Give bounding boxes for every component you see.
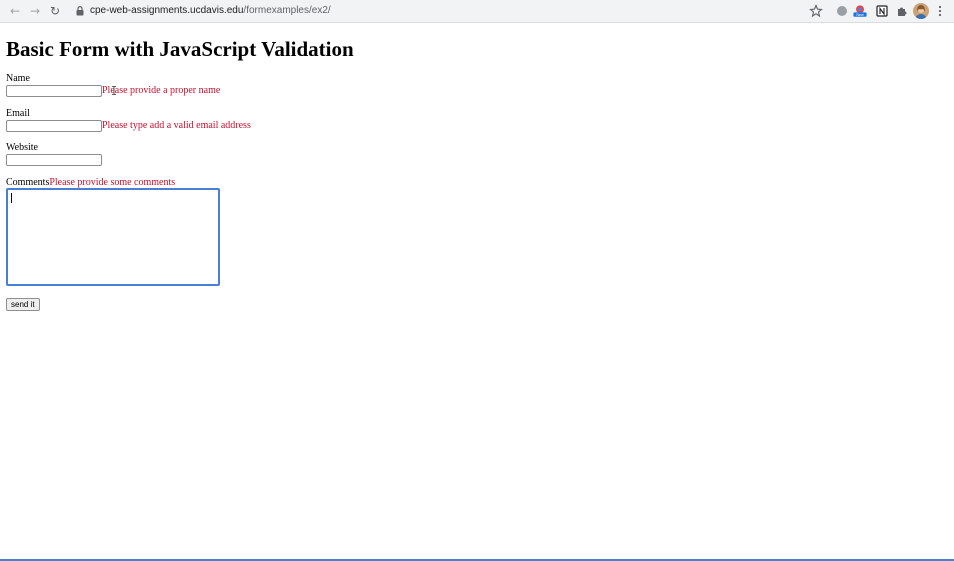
page-title: Basic Form with JavaScript Validation xyxy=(6,37,354,61)
email-label: Email xyxy=(6,108,30,119)
email-input[interactable] xyxy=(6,120,102,132)
website-label: Website xyxy=(6,142,38,153)
email-error: Please type add a valid email address xyxy=(102,120,251,131)
name-input[interactable] xyxy=(6,85,102,97)
browser-toolbar: ← → ↻ cpe-web-assignments.ucdavis.edu/fo… xyxy=(0,0,954,23)
bookmark-star-icon[interactable] xyxy=(809,4,823,18)
name-label: Name xyxy=(6,73,30,84)
reload-icon[interactable]: ↻ xyxy=(47,3,63,19)
text-cursor-icon xyxy=(112,86,116,95)
page-content: Basic Form with JavaScript Validation Na… xyxy=(0,23,954,559)
profile-avatar[interactable] xyxy=(913,3,929,19)
text-caret xyxy=(11,193,12,203)
forward-arrow-icon[interactable]: → xyxy=(27,3,43,19)
puzzle-icon[interactable] xyxy=(895,4,909,18)
extension-circle-icon[interactable] xyxy=(835,4,849,18)
more-menu-icon[interactable] xyxy=(935,4,945,18)
back-arrow-icon[interactable]: ← xyxy=(7,3,23,19)
name-error: Please provide a proper name xyxy=(102,85,221,96)
website-input[interactable] xyxy=(6,154,102,166)
comments-textarea[interactable] xyxy=(6,188,220,286)
comments-error: Please provide some comments xyxy=(49,177,176,188)
notion-extension-icon[interactable] xyxy=(875,4,889,18)
url-path: /formexamples/ex2/ xyxy=(243,5,331,16)
lock-icon[interactable] xyxy=(76,6,84,16)
avatar-face-icon xyxy=(915,5,927,19)
extension-new-icon[interactable]: New xyxy=(853,4,867,18)
new-badge: New xyxy=(856,13,864,17)
comments-label: Comments xyxy=(6,177,50,188)
url-host: cpe-web-assignments.ucdavis.edu xyxy=(90,5,244,16)
send-button[interactable]: send it xyxy=(6,298,40,311)
address-bar[interactable]: cpe-web-assignments.ucdavis.edu/formexam… xyxy=(90,4,331,18)
